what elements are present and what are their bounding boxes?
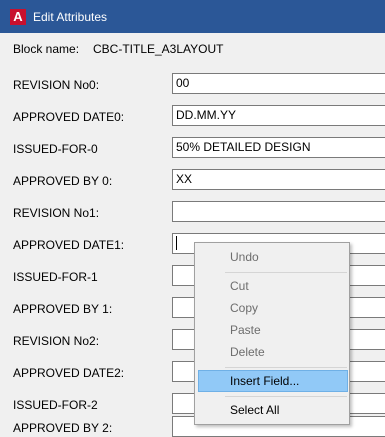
block-name-value: CBC-TITLE_A3LAYOUT [93,42,224,56]
attr-label-issued-for-0: ISSUED-FOR-0 [13,142,98,156]
attr-label-approved-date0: APPROVED DATE0: [13,110,125,124]
menu-item-paste[interactable]: Paste [198,319,348,341]
menu-separator [225,272,347,273]
attr-label-revision-no1: REVISION No1: [13,206,100,220]
attr-label-issued-for-2: ISSUED-FOR-2 [13,398,98,412]
attr-label-approved-by-0: APPROVED BY 0: [13,174,113,188]
attr-input-revision-no1[interactable] [172,201,385,222]
menu-separator [225,396,347,397]
attr-label-approved-date1: APPROVED DATE1: [13,238,125,252]
attr-label-revision-no0: REVISION No0: [13,78,100,92]
attr-input-approved-by-0[interactable]: XX [172,169,385,190]
attr-input-issued-for-0[interactable]: 50% DETAILED DESIGN [172,137,385,158]
autocad-icon: A [10,8,26,25]
menu-item-copy[interactable]: Copy [198,297,348,319]
attr-label-issued-for-1: ISSUED-FOR-1 [13,270,98,284]
attr-input-approved-date0[interactable]: DD.MM.YY [172,105,385,126]
menu-separator [225,367,347,368]
block-name-label: Block name: [13,42,80,56]
context-menu: Undo Cut Copy Paste Delete Insert Field.… [194,242,350,425]
text-caret [176,236,177,250]
menu-item-undo[interactable]: Undo [198,246,348,268]
menu-item-insert-field[interactable]: Insert Field... [198,370,348,392]
window-title: Edit Attributes [33,9,108,24]
attr-label-approved-by-1: APPROVED BY 1: [13,302,113,316]
menu-item-cut[interactable]: Cut [198,275,348,297]
menu-item-select-all[interactable]: Select All [198,399,348,421]
attr-label-approved-date2: APPROVED DATE2: [13,366,125,380]
title-bar[interactable]: A Edit Attributes [0,0,385,33]
attr-label-approved-by-2: APPROVED BY 2: [13,421,113,435]
menu-item-delete[interactable]: Delete [198,341,348,363]
block-name-row: Block name: CBC-TITLE_A3LAYOUT [13,42,223,56]
attr-label-revision-no2: REVISION No2: [13,334,100,348]
attr-input-revision-no0[interactable]: 00 [172,73,385,94]
